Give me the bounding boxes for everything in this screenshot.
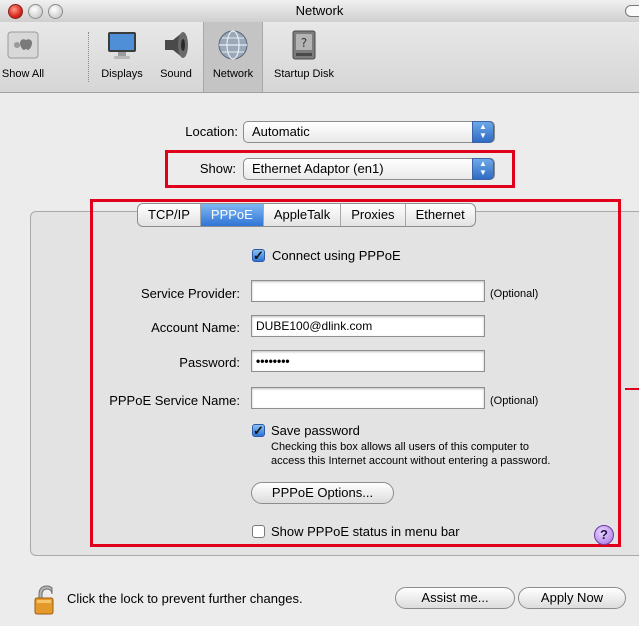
toolbar-label: Sound bbox=[160, 68, 192, 80]
svg-text:?: ? bbox=[301, 36, 307, 50]
service-provider-label: Service Provider: bbox=[141, 286, 240, 301]
help-button[interactable]: ? bbox=[594, 525, 614, 545]
show-label: Show: bbox=[199, 161, 236, 176]
lock-message: Click the lock to prevent further change… bbox=[67, 591, 303, 606]
account-name-field[interactable]: DUBE100@dlink.com bbox=[251, 315, 485, 337]
pppoe-service-name-label: PPPoE Service Name: bbox=[109, 393, 240, 408]
apple-icon bbox=[6, 28, 40, 62]
save-password-label: Save password bbox=[271, 423, 360, 438]
network-button[interactable]: Network bbox=[203, 22, 263, 92]
optional-hint: (Optional) bbox=[490, 288, 539, 300]
popup-arrows-icon: ▲ ▼ bbox=[472, 121, 494, 143]
show-value: Ethernet Adaptor (en1) bbox=[252, 161, 384, 176]
toolbar-label: Startup Disk bbox=[274, 68, 334, 80]
service-provider-field[interactable] bbox=[251, 280, 485, 302]
toolbar-label: Show All bbox=[1, 68, 45, 80]
show-status-menu-checkbox[interactable] bbox=[252, 525, 265, 538]
toolbar-toggle-button[interactable] bbox=[625, 5, 639, 17]
toolbar-label: Displays bbox=[101, 68, 143, 80]
optional-hint: (Optional) bbox=[490, 395, 539, 407]
apply-now-button[interactable]: Apply Now bbox=[518, 587, 626, 609]
startup-disk-icon: ? bbox=[287, 28, 321, 62]
password-label: Password: bbox=[179, 355, 240, 370]
popup-arrows-icon: ▲ ▼ bbox=[472, 158, 494, 180]
pppoe-service-name-field[interactable] bbox=[251, 387, 485, 409]
network-globe-icon bbox=[216, 28, 250, 62]
toolbar: Show All Displays Sound Network ? Startu… bbox=[0, 22, 639, 93]
save-password-checkbox[interactable]: ✓ bbox=[252, 424, 265, 437]
show-all-button[interactable]: Show All bbox=[0, 22, 46, 92]
account-name-label: Account Name: bbox=[151, 320, 240, 335]
highlight-pointer-line bbox=[625, 388, 639, 390]
location-value: Automatic bbox=[252, 124, 310, 139]
display-icon bbox=[105, 28, 139, 62]
pppoe-options-button[interactable]: PPPoE Options... bbox=[251, 482, 394, 504]
startup-disk-button[interactable]: ? Startup Disk bbox=[265, 22, 343, 92]
save-password-note-line1: Checking this box allows all users of th… bbox=[271, 441, 530, 453]
location-popup[interactable]: Automatic ▲ ▼ bbox=[243, 121, 495, 143]
lock-icon[interactable] bbox=[34, 584, 60, 616]
assist-me-button[interactable]: Assist me... bbox=[395, 587, 515, 609]
window-title: Network bbox=[295, 3, 344, 18]
displays-button[interactable]: Displays bbox=[96, 22, 148, 92]
show-status-menu-label: Show PPPoE status in menu bar bbox=[271, 524, 460, 539]
title-bar: Network bbox=[0, 0, 639, 23]
password-field[interactable]: •••••••• bbox=[251, 350, 485, 372]
show-popup[interactable]: Ethernet Adaptor (en1) ▲ ▼ bbox=[243, 158, 495, 180]
toolbar-separator bbox=[88, 32, 90, 82]
location-label: Location: bbox=[185, 124, 238, 139]
save-password-note-line2: access this Internet account without ent… bbox=[271, 455, 551, 467]
speaker-icon bbox=[159, 28, 193, 62]
sound-button[interactable]: Sound bbox=[154, 22, 198, 92]
toolbar-label: Network bbox=[212, 68, 254, 80]
connect-pppoe-label: Connect using PPPoE bbox=[272, 248, 401, 263]
connect-pppoe-checkbox[interactable]: ✓ bbox=[252, 249, 265, 262]
